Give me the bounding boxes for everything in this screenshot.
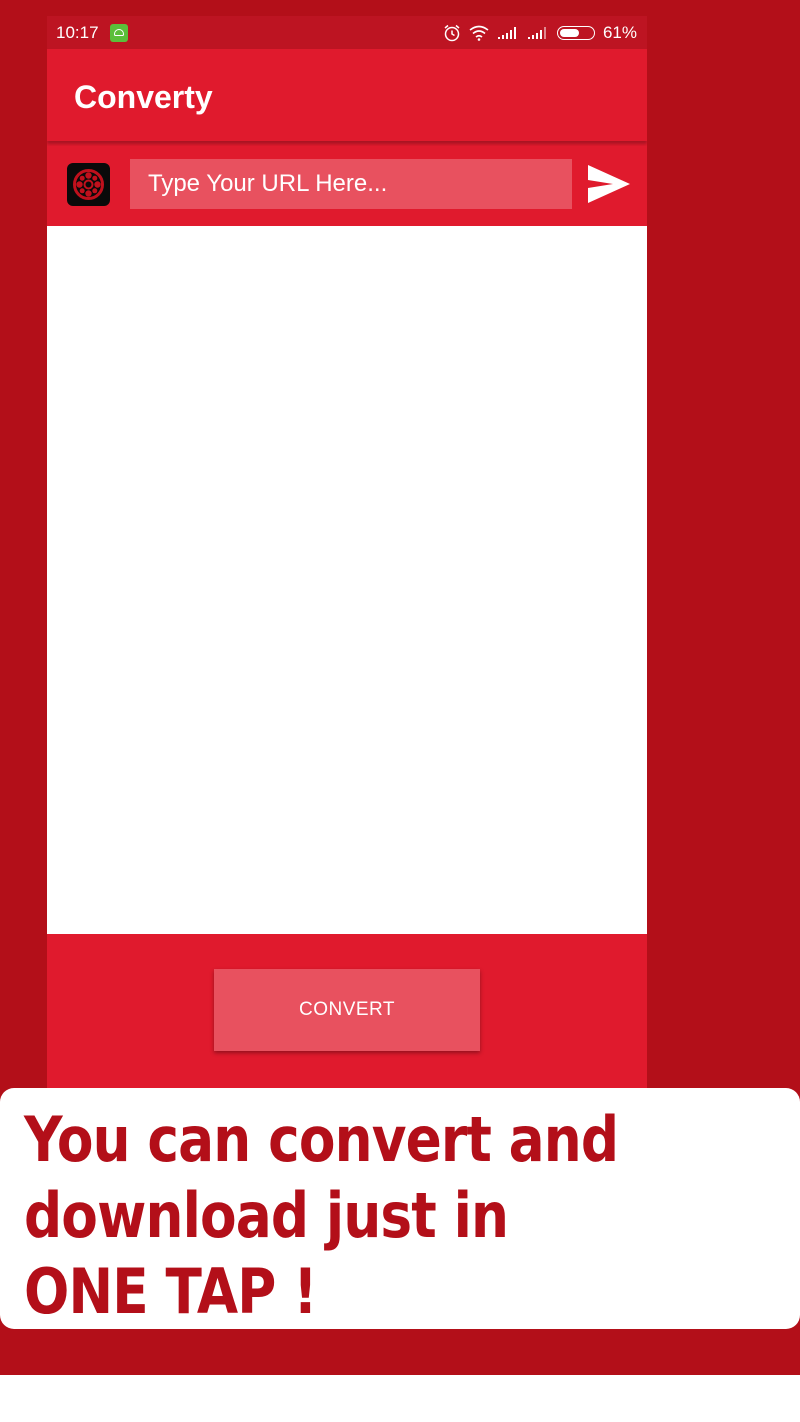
- status-time: 10:17: [56, 23, 99, 42]
- convert-button[interactable]: CONVERT: [214, 969, 480, 1051]
- phone-screen: 10:17 61% Converty Type Your URL Here...…: [47, 16, 647, 1088]
- app-toolbar: Converty: [47, 49, 647, 141]
- status-bar: 10:17 61%: [47, 16, 647, 49]
- battery-percent: 61%: [602, 23, 637, 42]
- url-input[interactable]: [130, 159, 572, 209]
- app-title: Converty: [74, 79, 213, 115]
- film-reel-icon: [67, 163, 110, 206]
- promo-line-3: ONE TAP !: [24, 1255, 318, 1328]
- android-notification-icon: [110, 24, 128, 42]
- battery-icon: [556, 26, 595, 40]
- alarm-icon: [444, 24, 460, 42]
- wifi-icon: [469, 25, 489, 41]
- bottom-bar: CONVERT: [47, 934, 647, 1088]
- promo-line-1: You can convert and: [24, 1103, 619, 1176]
- signal-icon: [497, 27, 516, 39]
- status-icons: 61%: [443, 22, 637, 44]
- send-icon: [588, 165, 630, 203]
- promo-card: You can convert and download just in ONE…: [0, 1088, 800, 1329]
- send-button[interactable]: [585, 162, 633, 206]
- battery-fill: [559, 29, 580, 37]
- signal-icon: [527, 27, 546, 39]
- promo-text: You can convert and download just in ONE…: [24, 1102, 678, 1330]
- promo-line-2: download just in: [24, 1179, 509, 1252]
- webview-content: [47, 226, 647, 934]
- url-bar: [47, 146, 647, 226]
